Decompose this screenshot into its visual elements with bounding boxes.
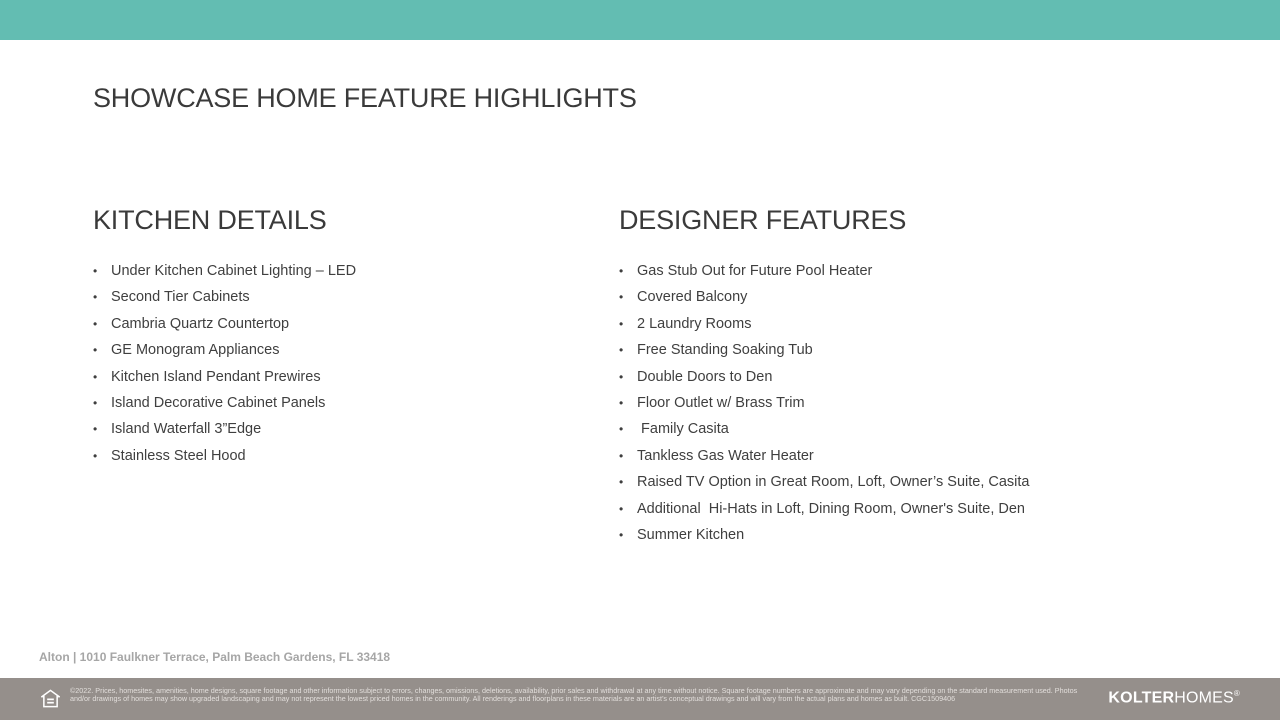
bullet-icon: • <box>619 475 624 490</box>
list-item: • Free Standing Soaking Tub <box>619 337 1179 363</box>
bullet-icon: • <box>619 501 624 516</box>
list-item-label: Gas Stub Out for Future Pool Heater <box>637 263 873 279</box>
kitchen-details-heading: KITCHEN DETAILS <box>93 205 327 235</box>
list-item: • Cambria Quartz Countertop <box>93 311 573 337</box>
bullet-icon: • <box>619 422 624 437</box>
brand-name-light: HOMES <box>1174 689 1234 707</box>
list-item: • Family Casita <box>619 416 1179 442</box>
kolter-homes-logo: KOLTERHOMES® <box>1108 689 1240 707</box>
page-title: SHOWCASE HOME FEATURE HIGHLIGHTS <box>93 83 637 113</box>
bullet-icon: • <box>619 290 624 305</box>
bullet-icon: • <box>93 369 98 384</box>
list-item: • Under Kitchen Cabinet Lighting – LED <box>93 258 573 284</box>
brand-registered-mark: ® <box>1233 689 1240 698</box>
bullet-icon: • <box>619 396 624 411</box>
list-item-label: Summer Kitchen <box>637 527 745 544</box>
designer-features-section: DESIGNER FEATURES • Gas Stub Out for Futu… <box>619 204 1179 548</box>
list-item-label: Second Tier Cabinets <box>111 289 250 306</box>
kitchen-details-list: • Under Kitchen Cabinet Lighting – LED • Se… <box>93 258 573 469</box>
list-item: • Additional Hi-Hats in Loft, Dining Room… <box>619 496 1179 522</box>
list-item-label: Kitchen Island Pendant Prewires <box>111 368 321 385</box>
list-item-label: Tankless Gas Water Heater <box>637 447 814 464</box>
kitchen-details-section: KITCHEN DETAILS • Under Kitchen Cabinet L… <box>93 204 573 469</box>
list-item-label: Additional Hi-Hats in Loft, Dining Room,… <box>637 500 1025 517</box>
list-item-label: Raised TV Option in Great Room, Loft, Ow… <box>637 474 1030 491</box>
list-item-label: 2 Laundry Rooms <box>637 315 752 332</box>
legal-disclaimer: ©2022. Prices, homesites, amenities, hom… <box>70 687 1078 704</box>
list-item: • Gas Stub Out for Future Pool Heater <box>619 258 1179 284</box>
bullet-icon: • <box>619 448 624 463</box>
bullet-icon: • <box>619 264 624 278</box>
bullet-icon: • <box>619 316 624 331</box>
bullet-icon: • <box>93 422 98 437</box>
bullet-icon: • <box>93 290 98 305</box>
list-item: • Double Doors to Den <box>619 364 1179 390</box>
list-item: • Kitchen Island Pendant Prewires <box>93 364 573 390</box>
bullet-icon: • <box>93 343 98 358</box>
list-item-label: Island Waterfall 3”Edge <box>111 421 262 438</box>
list-item-label: Floor Outlet w/ Brass Trim <box>637 395 805 412</box>
bullet-icon: • <box>93 316 98 331</box>
list-item: • Covered Balcony <box>619 284 1179 310</box>
designer-features-heading: DESIGNER FEATURES <box>619 205 907 235</box>
list-item: • Raised TV Option in Great Room, Loft, O… <box>619 469 1179 495</box>
bullet-icon: • <box>619 369 624 384</box>
property-address: Alton | 1010 Faulkner Terrace, Palm Beac… <box>39 650 391 664</box>
equal-housing-icon <box>41 689 60 708</box>
list-item: • GE Monogram Appliances <box>93 337 573 363</box>
list-item: • Floor Outlet w/ Brass Trim <box>619 390 1179 416</box>
list-item-label: Free Standing Soaking Tub <box>637 342 813 359</box>
bullet-icon: • <box>619 528 624 543</box>
bullet-icon: • <box>93 396 98 411</box>
designer-features-list: • Gas Stub Out for Future Pool Heater • Cov… <box>619 258 1179 548</box>
list-item: • Island Decorative Cabinet Panels <box>93 390 573 416</box>
list-item-label: Cambria Quartz Countertop <box>111 315 290 332</box>
brand-name-bold: KOLTER <box>1108 689 1175 707</box>
list-item: • Tankless Gas Water Heater <box>619 443 1179 469</box>
list-item-label: Family Casita <box>637 421 729 438</box>
list-item-label: Double Doors to Den <box>637 368 773 385</box>
bullet-icon: • <box>619 343 624 358</box>
list-item: • Second Tier Cabinets <box>93 284 573 310</box>
footer-bar: ©2022. Prices, homesites, amenities, hom… <box>0 678 1280 720</box>
list-item-label: GE Monogram Appliances <box>111 342 280 359</box>
list-item-label: Covered Balcony <box>637 289 748 306</box>
bullet-icon: • <box>93 264 98 278</box>
list-item-label: Under Kitchen Cabinet Lighting – LED <box>111 263 357 279</box>
list-item-label: Stainless Steel Hood <box>111 447 246 464</box>
list-item: • Island Waterfall 3”Edge <box>93 416 573 442</box>
list-item-label: Island Decorative Cabinet Panels <box>111 395 326 412</box>
bullet-icon: • <box>93 448 98 463</box>
list-item: • Stainless Steel Hood <box>93 443 573 469</box>
list-item: • Summer Kitchen <box>619 522 1179 548</box>
top-accent-bar <box>0 0 1280 40</box>
list-item: • 2 Laundry Rooms <box>619 311 1179 337</box>
